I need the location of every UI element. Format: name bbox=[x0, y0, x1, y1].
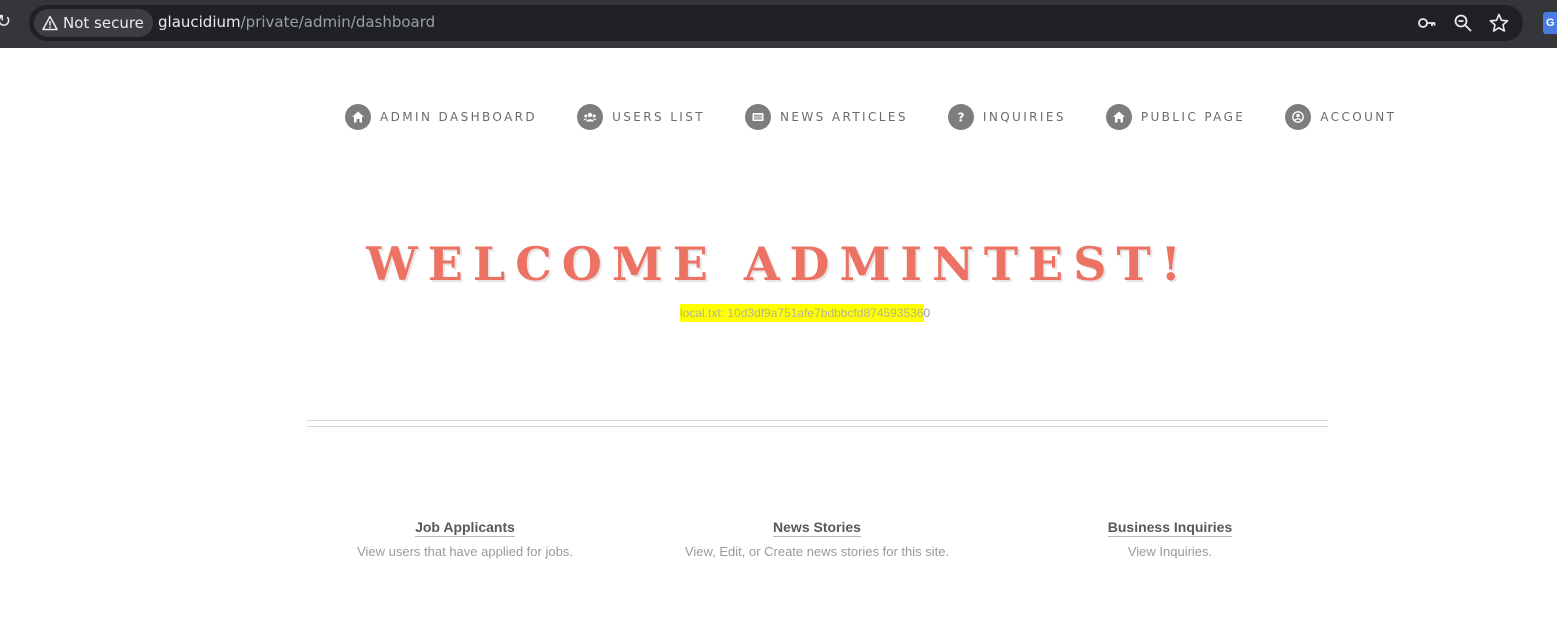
feature-description: View users that have applied for jobs. bbox=[357, 544, 573, 559]
reload-icon[interactable]: ↻ bbox=[0, 10, 11, 34]
divider bbox=[307, 420, 1328, 421]
url-path: /private/admin/dashboard bbox=[240, 13, 436, 31]
flag-highlight: local.txt: 10d3df9a751afe7bdbbcfd8745935… bbox=[680, 304, 924, 322]
users-icon bbox=[577, 104, 604, 130]
main-nav: ADMIN DASHBOARD USERS LIST NEWS ARTICLES… bbox=[345, 104, 1396, 130]
welcome-heading: WELCOME ADMINTEST! bbox=[366, 237, 1191, 291]
star-icon[interactable] bbox=[1489, 13, 1509, 33]
key-icon[interactable] bbox=[1417, 13, 1437, 33]
address-bar[interactable]: Not secure glaucidium/private/admin/dash… bbox=[29, 5, 1523, 41]
url-host: glaucidium bbox=[158, 13, 241, 31]
url-text[interactable]: glaucidium/private/admin/dashboard bbox=[158, 13, 435, 31]
feature-business-inquiries: Business Inquiries View Inquiries. bbox=[1000, 519, 1340, 559]
feature-description: View, Edit, or Create news stories for t… bbox=[684, 544, 950, 559]
flag-text: local.txt: 10d3df9a751afe7bdbbcfd8745935… bbox=[680, 304, 931, 322]
nav-label: INQUIRIES bbox=[982, 110, 1066, 124]
svg-text:?: ? bbox=[957, 111, 964, 125]
nav-item-public-page[interactable]: PUBLIC PAGE bbox=[1105, 104, 1246, 130]
nav-label: PUBLIC PAGE bbox=[1140, 110, 1246, 124]
feature-job-applicants: Job Applicants View users that have appl… bbox=[295, 519, 635, 559]
feature-description: View Inquiries. bbox=[1127, 544, 1213, 559]
newspaper-icon bbox=[745, 104, 771, 130]
page-content: ADMIN DASHBOARD USERS LIST NEWS ARTICLES… bbox=[0, 48, 1557, 643]
zoom-icon[interactable] bbox=[1453, 13, 1473, 33]
home-icon bbox=[345, 104, 371, 130]
nav-label: ACCOUNT bbox=[1320, 110, 1397, 124]
nav-item-account[interactable]: ACCOUNT bbox=[1285, 104, 1396, 130]
nav-label: USERS LIST bbox=[612, 110, 705, 124]
nav-label: NEWS ARTICLES bbox=[780, 110, 908, 124]
home-icon bbox=[1105, 104, 1132, 130]
warning-icon bbox=[42, 15, 58, 31]
nav-item-inquiries[interactable]: ? INQUIRIES bbox=[947, 104, 1066, 130]
nav-label: ADMIN DASHBOARD bbox=[380, 110, 538, 124]
extension-icon[interactable]: G bbox=[1543, 12, 1557, 34]
browser-toolbar: ↻ Not secure glaucidium/private/admin/da… bbox=[0, 0, 1557, 48]
security-label: Not secure bbox=[63, 14, 144, 32]
nav-item-admin-dashboard[interactable]: ADMIN DASHBOARD bbox=[345, 104, 537, 130]
nav-item-news-articles[interactable]: NEWS ARTICLES bbox=[745, 104, 908, 130]
divider bbox=[307, 426, 1328, 427]
nav-item-users-list[interactable]: USERS LIST bbox=[577, 104, 705, 130]
news-stories-link[interactable]: News Stories bbox=[773, 519, 861, 537]
user-circle-icon bbox=[1285, 104, 1312, 130]
feature-news-stories: News Stories View, Edit, or Create news … bbox=[647, 519, 987, 559]
question-icon: ? bbox=[947, 104, 974, 130]
flag-rest: 0 bbox=[923, 306, 931, 320]
job-applicants-link[interactable]: Job Applicants bbox=[415, 519, 515, 537]
business-inquiries-link[interactable]: Business Inquiries bbox=[1107, 519, 1233, 537]
security-chip[interactable]: Not secure bbox=[34, 9, 153, 37]
